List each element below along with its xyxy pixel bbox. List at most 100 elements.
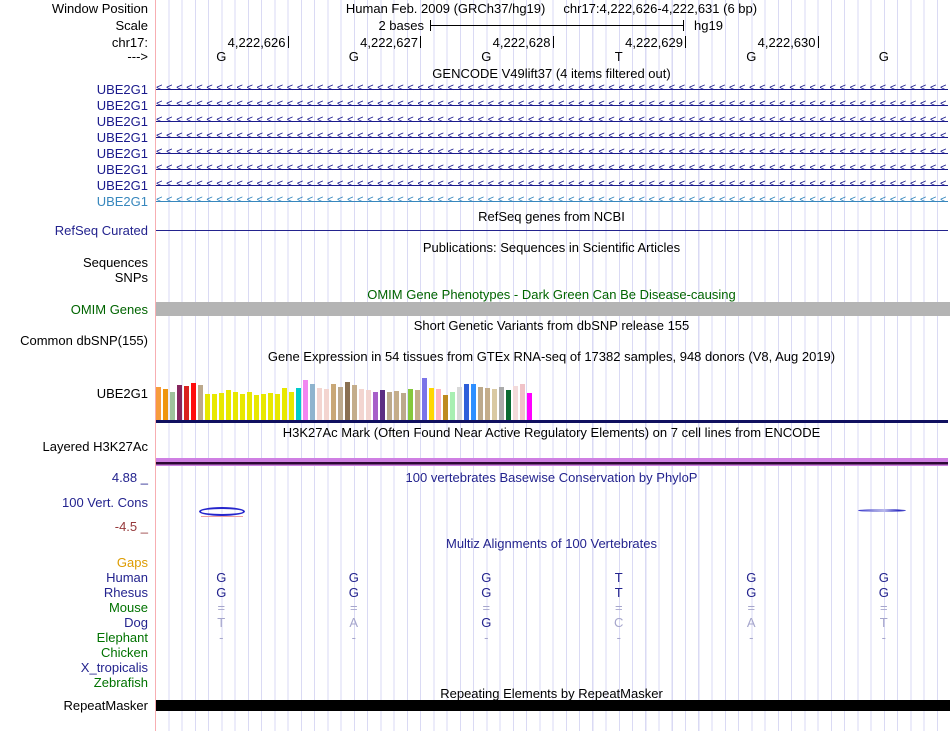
gtex-expression-bar[interactable]	[380, 390, 385, 420]
gtex-expression-bar[interactable]	[163, 389, 168, 420]
species-label-chicken[interactable]: Chicken	[0, 646, 148, 659]
species-label-dog[interactable]: Dog	[0, 616, 148, 629]
gene-track-label[interactable]: UBE2G1	[0, 179, 148, 192]
gene-track-label[interactable]: UBE2G1	[0, 131, 148, 144]
conservation-max-label: 4.88 _	[111, 470, 148, 485]
gtex-expression-bar[interactable]	[513, 386, 518, 420]
gtex-expression-bar[interactable]	[324, 389, 329, 420]
gtex-expression-bar[interactable]	[408, 389, 413, 420]
gtex-expression-bar[interactable]	[485, 388, 490, 420]
gtex-expression-bar[interactable]	[450, 392, 455, 420]
refseq-curated-line[interactable]	[156, 230, 948, 231]
gtex-expression-bar[interactable]	[436, 389, 441, 420]
conservation-wiggle-left[interactable]	[199, 507, 245, 516]
gtex-expression-bar[interactable]	[156, 387, 161, 420]
gtex-expression-bar[interactable]	[492, 389, 497, 420]
gtex-expression-bar[interactable]	[429, 388, 434, 420]
gtex-expression-bar[interactable]	[254, 395, 259, 420]
gtex-expression-bar[interactable]	[352, 385, 357, 420]
sequences-label[interactable]: Sequences	[0, 256, 148, 269]
gtex-expression-bar[interactable]	[289, 392, 294, 420]
omim-gene-bar[interactable]	[156, 302, 950, 316]
gtex-expression-bar[interactable]	[247, 392, 252, 420]
gene-track-label[interactable]: UBE2G1	[0, 83, 148, 96]
alignment-letter: A	[746, 615, 756, 630]
species-label-elephant[interactable]: Elephant	[0, 631, 148, 644]
gtex-expression-bar[interactable]	[310, 384, 315, 420]
gtex-expression-bar[interactable]	[520, 384, 525, 420]
gene-transcript-row[interactable]: <<<<<<<<<<<<<<<<<<<<<<<<<<<<<<<<<<<<<<<<…	[156, 131, 948, 144]
gene-transcript-row[interactable]: <<<<<<<<<<<<<<<<<<<<<<<<<<<<<<<<<<<<<<<<…	[156, 115, 948, 128]
gtex-expression-bar[interactable]	[345, 382, 350, 420]
repeatmasker-bar[interactable]	[156, 700, 950, 711]
gtex-expression-bar[interactable]	[471, 384, 476, 420]
multiz-track-title: Multiz Alignments of 100 Vertebrates	[445, 536, 657, 551]
gtex-expression-bar[interactable]	[212, 394, 217, 420]
gtex-gene-label[interactable]: UBE2G1	[0, 387, 148, 400]
gtex-expression-bar[interactable]	[240, 394, 245, 420]
gtex-expression-bar[interactable]	[506, 390, 511, 420]
gene-transcript-row[interactable]: <<<<<<<<<<<<<<<<<<<<<<<<<<<<<<<<<<<<<<<<…	[156, 83, 948, 96]
position-tick	[420, 36, 421, 48]
gtex-expression-bar[interactable]	[296, 388, 301, 420]
common-dbsnp-label[interactable]: Common dbSNP(155)	[0, 334, 148, 347]
gene-transcript-row[interactable]: <<<<<<<<<<<<<<<<<<<<<<<<<<<<<<<<<<<<<<<<…	[156, 163, 948, 176]
gtex-expression-bar[interactable]	[359, 389, 364, 420]
gene-track-label[interactable]: UBE2G1	[0, 99, 148, 112]
gtex-expression-bar[interactable]	[373, 392, 378, 420]
gtex-expression-bar[interactable]	[268, 393, 273, 420]
species-label-mouse[interactable]: Mouse	[0, 601, 148, 614]
gtex-expression-bar[interactable]	[226, 390, 231, 420]
species-label-gaps[interactable]: Gaps	[0, 556, 148, 569]
gtex-expression-bar[interactable]	[184, 386, 189, 420]
gtex-expression-bar[interactable]	[317, 388, 322, 420]
gtex-expression-bar[interactable]	[415, 390, 420, 420]
repeatmasker-label[interactable]: RepeatMasker	[0, 699, 148, 712]
gtex-expression-bar[interactable]	[205, 394, 210, 420]
gtex-expression-bar[interactable]	[303, 380, 308, 420]
species-label-zebrafish[interactable]: Zebrafish	[0, 676, 148, 689]
gtex-expression-bar[interactable]	[261, 394, 266, 420]
gene-track-label[interactable]: UBE2G1	[0, 195, 148, 208]
gtex-expression-bar[interactable]	[366, 390, 371, 420]
gene-transcript-row[interactable]: <<<<<<<<<<<<<<<<<<<<<<<<<<<<<<<<<<<<<<<<…	[156, 147, 948, 160]
gtex-expression-bar[interactable]	[219, 393, 224, 420]
gene-track-label[interactable]: UBE2G1	[0, 163, 148, 176]
layered-h3k27ac-label[interactable]: Layered H3K27Ac	[0, 440, 148, 453]
gtex-expression-bar[interactable]	[198, 385, 203, 420]
gtex-expression-bar[interactable]	[478, 387, 483, 420]
conservation-wiggle-right[interactable]	[858, 509, 906, 512]
conservation-track-label[interactable]: 100 Vert. Cons	[0, 496, 148, 509]
species-label-human[interactable]: Human	[0, 571, 148, 584]
gtex-expression-bar[interactable]	[170, 392, 175, 420]
gtex-expression-bar[interactable]	[177, 385, 182, 420]
gtex-expression-bar[interactable]	[499, 387, 504, 420]
gtex-expression-bar[interactable]	[422, 378, 427, 420]
gtex-expression-bar[interactable]	[338, 387, 343, 420]
species-label-rhesus[interactable]: Rhesus	[0, 586, 148, 599]
gtex-expression-bar[interactable]	[191, 383, 196, 420]
snps-label[interactable]: SNPs	[0, 271, 148, 284]
gene-transcript-row[interactable]: <<<<<<<<<<<<<<<<<<<<<<<<<<<<<<<<<<<<<<<<…	[156, 195, 948, 208]
gtex-expression-bar[interactable]	[394, 391, 399, 420]
refseq-curated-label[interactable]: RefSeq Curated	[0, 224, 148, 237]
gtex-expression-bar[interactable]	[233, 392, 238, 420]
gtex-expression-bar[interactable]	[331, 384, 336, 420]
omim-genes-label[interactable]: OMIM Genes	[0, 303, 148, 316]
gene-track-label[interactable]: UBE2G1	[0, 115, 148, 128]
gtex-expression-bar[interactable]	[443, 395, 448, 420]
assembly-label: hg19	[694, 18, 723, 33]
species-label-x_tropicalis[interactable]: X_tropicalis	[0, 661, 148, 674]
gtex-expression-bar[interactable]	[387, 392, 392, 420]
gtex-expression-bar[interactable]	[457, 387, 462, 420]
gtex-baseline[interactable]	[156, 420, 948, 423]
gtex-expression-bar[interactable]	[282, 388, 287, 420]
gene-track-label[interactable]: UBE2G1	[0, 147, 148, 160]
h3k27ac-signal-bar[interactable]	[156, 458, 948, 466]
gtex-expression-bar[interactable]	[464, 384, 469, 420]
gene-transcript-row[interactable]: <<<<<<<<<<<<<<<<<<<<<<<<<<<<<<<<<<<<<<<<…	[156, 179, 948, 192]
gtex-expression-bar[interactable]	[527, 393, 532, 420]
gene-transcript-row[interactable]: <<<<<<<<<<<<<<<<<<<<<<<<<<<<<<<<<<<<<<<<…	[156, 99, 948, 112]
gtex-expression-bar[interactable]	[401, 393, 406, 420]
gtex-expression-bar[interactable]	[275, 394, 280, 420]
